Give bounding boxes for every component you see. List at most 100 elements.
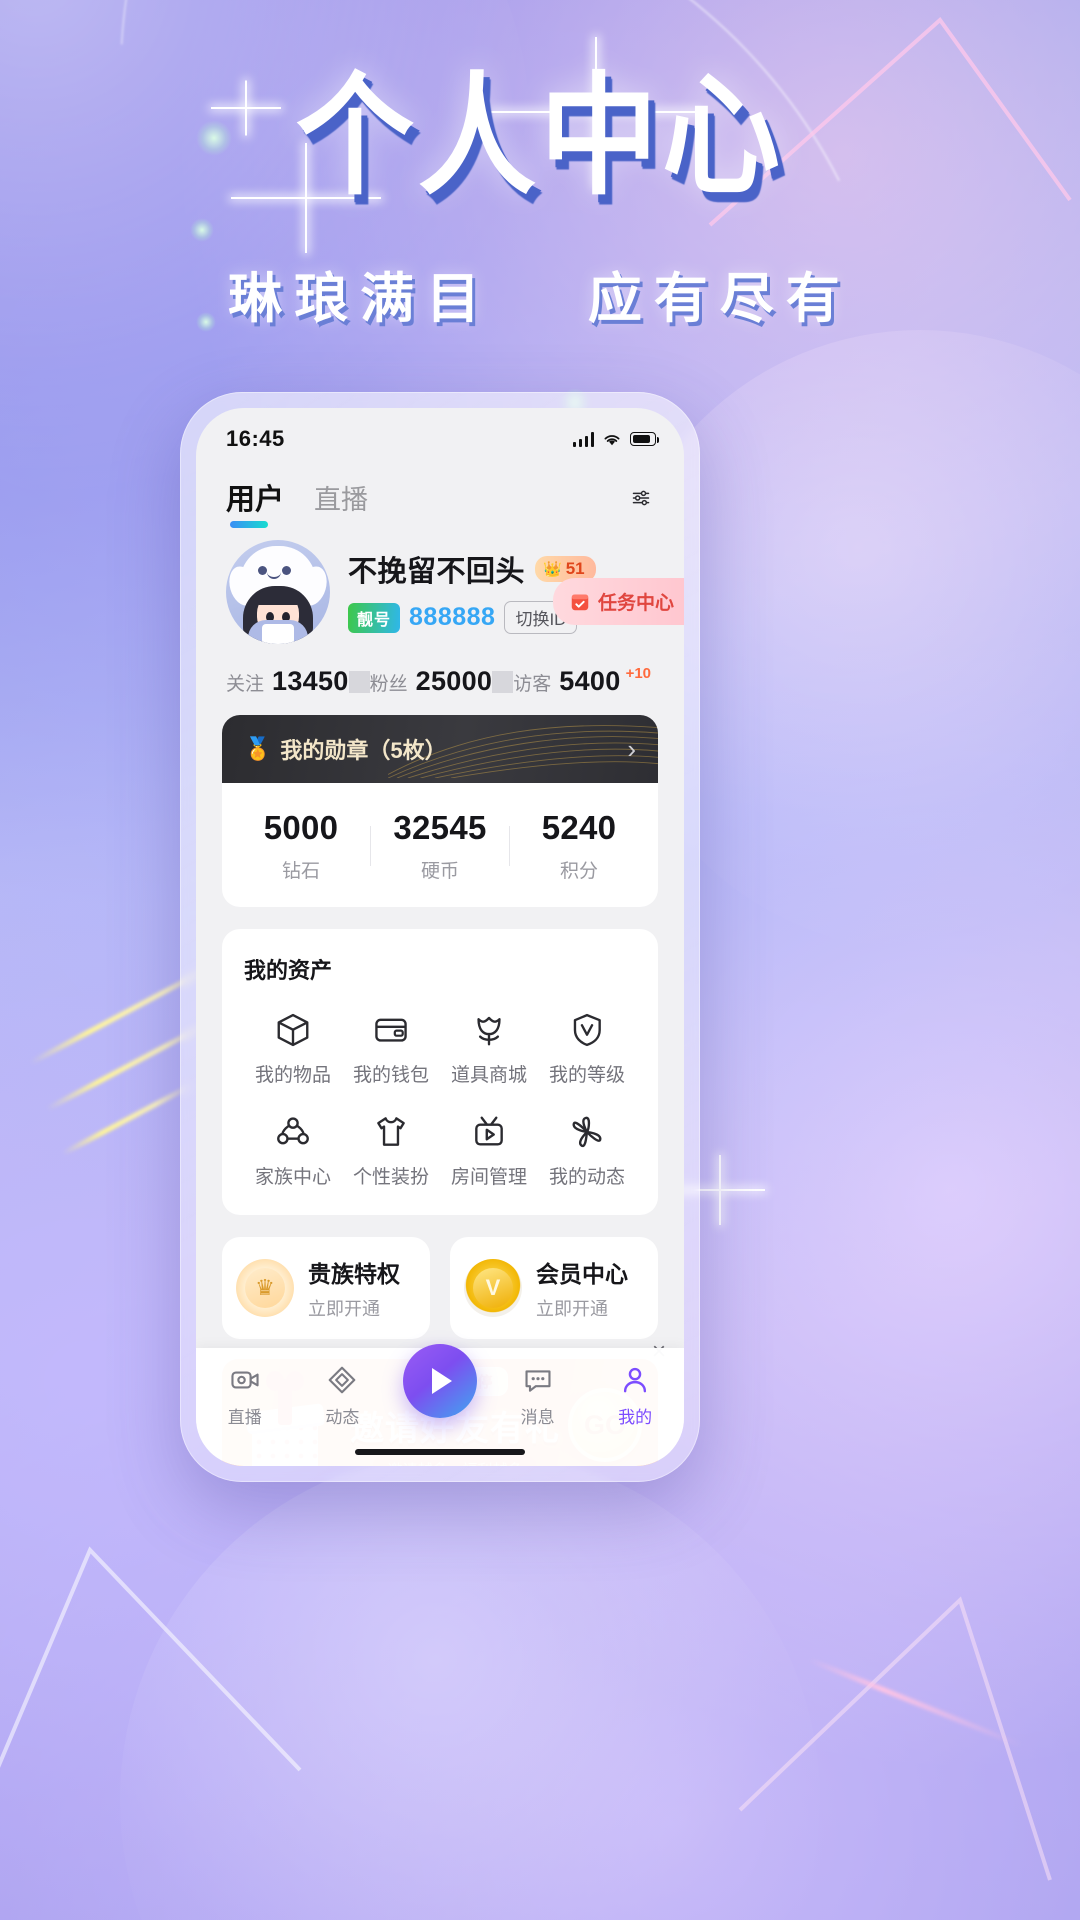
task-center-button[interactable]: 任务中心 xyxy=(552,578,684,625)
asset-item-my-level[interactable]: 我的等级 xyxy=(538,1011,636,1087)
tv-play-icon xyxy=(475,1116,503,1146)
stat-label: 关注 xyxy=(226,674,265,695)
stat-fans[interactable]: 粉丝 25000 xyxy=(370,666,493,697)
asset-item-props-mall[interactable]: 道具商城 xyxy=(440,1011,538,1087)
currency-label: 硬币 xyxy=(420,861,459,882)
diamond-icon xyxy=(329,1366,356,1394)
crown-icon: 👑 xyxy=(543,561,562,578)
status-time: 16:45 xyxy=(226,426,285,451)
currency-coin[interactable]: 32545 硬币 xyxy=(371,809,509,883)
nav-item-mine[interactable]: 我的 xyxy=(586,1364,684,1428)
pinwheel-icon xyxy=(572,1116,602,1148)
asset-label: 道具商城 xyxy=(450,1065,527,1086)
asset-label: 我的钱包 xyxy=(352,1065,429,1086)
home-indicator xyxy=(355,1449,525,1455)
wallet-icon xyxy=(375,1018,407,1042)
filter-sliders-icon[interactable] xyxy=(624,488,658,518)
tab-live[interactable]: 直播 xyxy=(314,478,368,529)
tulip-icon xyxy=(477,1016,501,1046)
asset-label: 我的动态 xyxy=(548,1167,625,1188)
nav-item-moments[interactable]: 动态 xyxy=(294,1364,392,1428)
status-indicators xyxy=(572,431,659,447)
hero-section: 个人中心 琳琅满目 应有尽有 xyxy=(0,62,1080,333)
nav-label: 我的 xyxy=(618,1408,653,1427)
tab-user[interactable]: 用户 xyxy=(226,476,284,530)
member-title: 会员中心 xyxy=(536,1261,628,1287)
nav-label: 直播 xyxy=(227,1408,262,1427)
signal-icon xyxy=(572,431,594,447)
asset-label: 我的物品 xyxy=(254,1065,331,1086)
member-subtitle: 立即开通 xyxy=(536,1299,608,1319)
background-triangle xyxy=(0,1520,330,1820)
page-subtitle: 琳琅满目 应有尽有 xyxy=(0,254,1080,333)
camera-icon xyxy=(231,1371,259,1389)
asset-label: 房间管理 xyxy=(450,1167,527,1188)
asset-item-personal-outfit[interactable]: 个性装扮 xyxy=(342,1113,440,1189)
currency-card: 5000 钻石 32545 硬币 5240 积分 xyxy=(222,783,658,907)
avatar[interactable] xyxy=(226,540,330,644)
subtitle-left: 琳琅满目 xyxy=(228,267,493,331)
vip-cards-row: ♛ 贵族特权 立即开通 V 会员中心 立即开通 xyxy=(222,1237,658,1339)
family-group-icon xyxy=(277,1117,309,1145)
currency-diamond[interactable]: 5000 钻石 xyxy=(232,809,370,883)
divider xyxy=(492,670,514,693)
stat-visitors[interactable]: 访客 5400 +10 xyxy=(513,665,654,697)
pretty-id-badge: 靓号 xyxy=(348,602,401,633)
shield-v-icon xyxy=(573,1013,601,1047)
assets-grid: 我的物品 我的钱包 道具商城 我的等级 家族中心 个性装扮 房间管理 我的动态 xyxy=(244,1011,636,1189)
background-orb xyxy=(120,1450,820,1920)
username: 不挽留不回头 xyxy=(348,556,526,588)
currency-value: 5000 xyxy=(263,809,339,846)
asset-label: 个性装扮 xyxy=(352,1167,429,1188)
user-id: 888888 xyxy=(409,603,496,631)
profile-header: 不挽留不回头 👑 51 靓号 888888 切换ID 任务中心 xyxy=(196,530,684,644)
asset-item-my-items[interactable]: 我的物品 xyxy=(244,1011,342,1087)
subtitle-right: 应有尽有 xyxy=(587,267,852,331)
nav-item-messages[interactable]: 消息 xyxy=(489,1364,587,1428)
medal-card[interactable]: 🏅 我的勋章（5枚） › xyxy=(222,715,658,783)
stat-value: 25000 xyxy=(415,666,493,696)
stats-row: 关注 13450 粉丝 25000 访客 5400 +10 xyxy=(196,644,684,715)
nav-item-live[interactable]: 直播 xyxy=(196,1364,294,1428)
level-value: 51 xyxy=(565,559,585,578)
asset-item-room-management[interactable]: 房间管理 xyxy=(440,1113,538,1189)
stat-divider-wrap xyxy=(348,670,370,693)
assets-title: 我的资产 xyxy=(244,958,333,983)
nav-center-wrap xyxy=(391,1344,489,1418)
currency-points[interactable]: 5240 积分 xyxy=(510,809,648,883)
asset-label: 家族中心 xyxy=(254,1167,331,1188)
noble-subtitle: 立即开通 xyxy=(308,1299,380,1319)
stat-divider-wrap xyxy=(492,670,514,693)
message-icon xyxy=(525,1370,551,1392)
phone-screen: 16:45 用户 直播 不挽留不回头 👑 51 靓号 888888 切换ID 任… xyxy=(196,408,684,1466)
top-tab-bar: 用户 直播 xyxy=(196,464,684,530)
stat-value: 13450 xyxy=(272,666,349,696)
asset-item-family-center[interactable]: 家族中心 xyxy=(244,1113,342,1189)
currency-value: 5240 xyxy=(541,809,617,846)
calendar-task-icon xyxy=(571,594,589,610)
asset-item-my-moments[interactable]: 我的动态 xyxy=(538,1113,636,1189)
battery-icon xyxy=(630,432,659,446)
currency-value: 32545 xyxy=(393,809,487,846)
avatar-collar xyxy=(262,624,294,644)
noble-title: 贵族特权 xyxy=(308,1261,400,1287)
nav-label: 消息 xyxy=(520,1408,555,1427)
neon-streak xyxy=(807,1657,1023,1748)
noble-text: 贵族特权 立即开通 xyxy=(308,1255,400,1321)
stat-following[interactable]: 关注 13450 xyxy=(226,666,349,697)
member-center-card[interactable]: V 会员中心 立即开通 xyxy=(450,1237,658,1339)
currency-label: 积分 xyxy=(559,861,598,882)
member-text: 会员中心 立即开通 xyxy=(536,1255,628,1321)
person-icon xyxy=(624,1367,647,1393)
assets-card: 我的资产 我的物品 我的钱包 道具商城 我的等级 家族中心 个性装扮 房间管理 … xyxy=(222,929,658,1215)
task-center-label: 任务中心 xyxy=(597,593,674,614)
stat-value: 5400 xyxy=(559,666,621,696)
phone-mockup: 16:45 用户 直播 不挽留不回头 👑 51 靓号 888888 切换ID 任… xyxy=(180,392,700,1482)
stat-increment-badge: +10 xyxy=(625,665,652,682)
medal-icon: 🏅 xyxy=(244,736,272,761)
divider xyxy=(348,670,370,693)
asset-item-my-wallet[interactable]: 我的钱包 xyxy=(342,1011,440,1087)
play-button-icon[interactable] xyxy=(402,1344,477,1418)
status-bar: 16:45 xyxy=(196,408,684,464)
noble-privilege-card[interactable]: ♛ 贵族特权 立即开通 xyxy=(222,1237,430,1339)
